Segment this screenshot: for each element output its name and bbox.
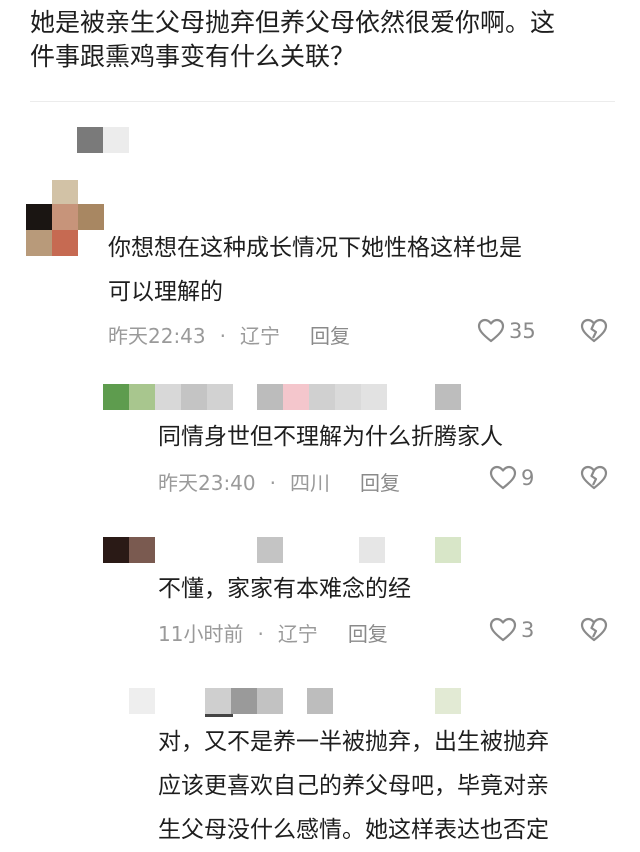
like-count: 35: [509, 319, 536, 343]
divider: [30, 101, 615, 102]
question-text: 她是被亲生父母抛弃但养父母依然很爱你啊。这 件事跟熏鸡事变有什么关联？: [30, 6, 630, 74]
comment-location: 辽宁: [240, 324, 280, 348]
separator-dot: ·: [257, 622, 264, 646]
heart-outline-icon: [489, 465, 517, 491]
reply-button[interactable]: 回复: [310, 324, 350, 348]
reply-button[interactable]: 回复: [360, 471, 400, 495]
dislike-button[interactable]: [580, 465, 608, 491]
comment-time: 昨天23:40: [158, 471, 256, 495]
heart-outline-icon: [489, 617, 517, 643]
comment-meta: 11小时前 · 辽宁 回复: [158, 618, 388, 647]
comment-text: 不懂，家家有本难念的经: [158, 567, 411, 611]
dislike-button[interactable]: [580, 318, 608, 344]
like-count: 3: [521, 618, 535, 642]
comment-text: 你想想在这种成长情况下她性格这样也是 可以理解的: [108, 226, 522, 314]
question-line-2: 件事跟熏鸡事变有什么关联？: [30, 42, 356, 71]
like-count: 9: [521, 466, 535, 490]
like-button[interactable]: 9: [489, 465, 534, 491]
comment-line: 应该更喜欢自己的养父母吧，毕竟对亲: [158, 773, 549, 799]
comment-line: 可以理解的: [108, 279, 223, 305]
comment-meta: 昨天22:43 · 辽宁 回复: [108, 320, 350, 349]
separator-dot: ·: [269, 471, 276, 495]
broken-heart-icon: [580, 465, 608, 491]
comment-location: 辽宁: [277, 622, 318, 646]
comment-time: 11小时前: [158, 622, 244, 646]
dislike-button[interactable]: [580, 617, 608, 643]
comment-line: 不懂，家家有本难念的经: [158, 576, 411, 602]
comment-time: 昨天22:43: [108, 324, 206, 348]
comment-line: 你想想在这种成长情况下她性格这样也是: [108, 235, 522, 261]
like-button[interactable]: 3: [489, 617, 534, 643]
comment-location: 四川: [290, 471, 330, 495]
comment-line: 同情身世但不理解为什么折腾家人: [158, 424, 503, 450]
comment-line: 生父母没什么感情。她这样表达也否定: [158, 817, 549, 843]
question-line-1: 她是被亲生父母抛弃但养父母依然很爱你啊。这: [30, 8, 556, 37]
heart-outline-icon: [477, 318, 505, 344]
reply-button[interactable]: 回复: [348, 622, 388, 646]
comment-line: 对，又不是养一半被抛弃，出生被抛弃: [158, 729, 549, 755]
separator-dot: ·: [219, 324, 226, 348]
comment-text: 同情身世但不理解为什么折腾家人: [158, 415, 503, 459]
comment-text: 对，又不是养一半被抛弃，出生被抛弃 应该更喜欢自己的养父母吧，毕竟对亲 生父母没…: [158, 720, 549, 852]
broken-heart-icon: [580, 318, 608, 344]
broken-heart-icon: [580, 617, 608, 643]
like-button[interactable]: 35: [477, 318, 536, 344]
comment-meta: 昨天23:40 · 四川 回复: [158, 467, 400, 496]
